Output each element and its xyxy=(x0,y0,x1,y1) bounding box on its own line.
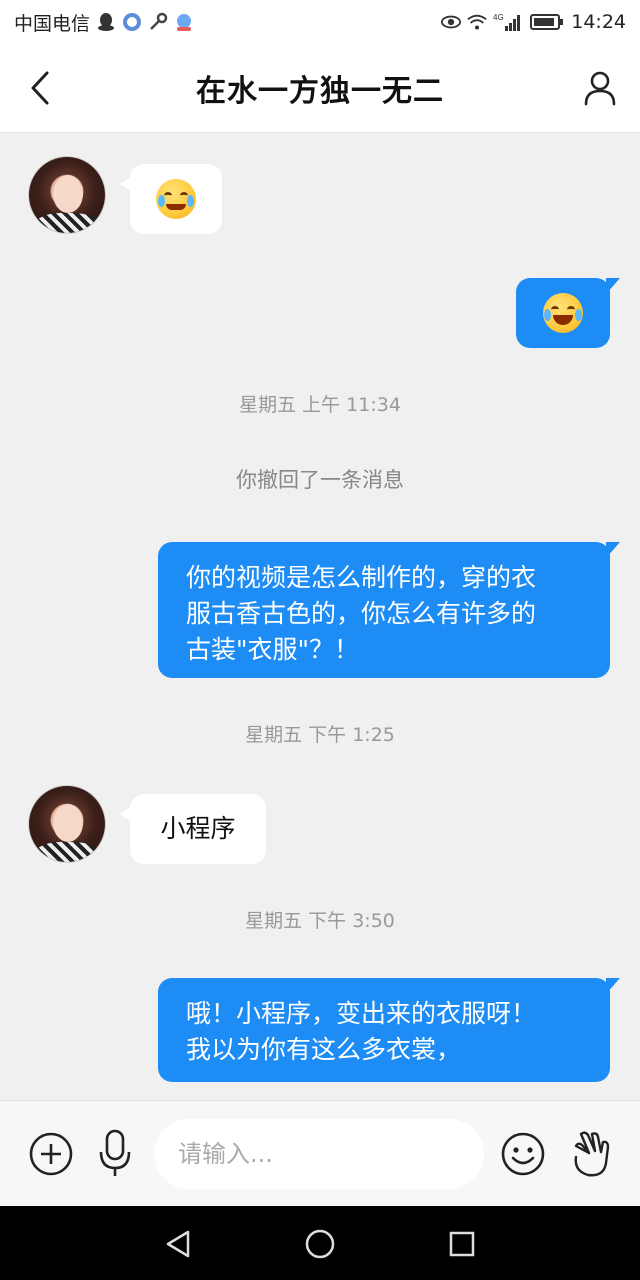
battery-icon xyxy=(529,12,565,32)
avatar-face xyxy=(53,175,83,213)
baby-app-icon xyxy=(122,12,142,32)
message-line: 古装"衣服"？！ xyxy=(186,635,359,664)
avatar-face xyxy=(53,804,83,842)
message-line: 哦！小程序，变出来的衣服呀！ xyxy=(186,999,537,1028)
network-type-label: 4G xyxy=(493,13,504,22)
status-bar-left: 中国电信 xyxy=(14,9,194,36)
carrier-name: 中国电信 xyxy=(14,12,91,35)
back-button[interactable] xyxy=(20,66,60,110)
wifi-icon xyxy=(467,12,487,32)
microphone-icon xyxy=(99,1129,131,1176)
plus-circle-icon xyxy=(29,1132,73,1176)
status-bar: 中国电信 4G 14:24 xyxy=(0,0,640,44)
clock-time: 14:24 xyxy=(571,11,626,33)
back-triangle-icon xyxy=(166,1230,190,1258)
message-text: 小程序 xyxy=(160,814,236,843)
avatar-collar xyxy=(35,842,99,862)
crying-face-emoji xyxy=(156,179,196,219)
gesture-icon xyxy=(574,1131,610,1177)
home-circle-icon xyxy=(305,1229,335,1259)
message-bubble-outgoing[interactable]: 你的视频是怎么制作的，穿的衣 服古香古色的，你怎么有许多的 古装"衣服"？！ xyxy=(158,542,620,678)
voice-button[interactable] xyxy=(96,1127,134,1179)
message-timestamp: 星期五 上午 11:34 xyxy=(239,394,401,416)
message-timestamp: 星期五 下午 3:50 xyxy=(245,910,395,932)
chat-title: 在水一方独一无二 xyxy=(196,74,444,109)
signal-icon: 4G xyxy=(493,12,523,32)
qq-icon xyxy=(96,12,116,32)
recents-square-icon xyxy=(449,1231,475,1257)
message-bubble-incoming[interactable]: 小程序 xyxy=(120,794,266,864)
message-input[interactable] xyxy=(154,1119,484,1189)
emoji-button[interactable] xyxy=(500,1131,546,1177)
chat-area[interactable]: 星期五 上午 11:34 你撤回了一条消息 你的视频是怎么制作的，穿的衣 服古香… xyxy=(0,132,640,1100)
profile-button[interactable] xyxy=(580,66,620,110)
status-bar-right: 4G 14:24 xyxy=(441,11,626,33)
message-line: 你的视频是怎么制作的，穿的衣 xyxy=(186,563,537,592)
avatar-collar xyxy=(35,213,99,233)
gesture-button[interactable] xyxy=(568,1127,614,1179)
mascot-app-icon xyxy=(174,12,194,32)
person-icon xyxy=(584,71,616,106)
message-line: 服古香古色的，你怎么有许多的 xyxy=(186,599,537,628)
input-bar xyxy=(0,1100,640,1207)
attach-button[interactable] xyxy=(28,1131,74,1177)
contact-avatar[interactable] xyxy=(29,786,105,862)
message-bubble-outgoing[interactable]: 哦！小程序，变出来的衣服呀！ 我以为你有这么多衣裳， xyxy=(158,978,620,1082)
nav-recents-button[interactable] xyxy=(442,1224,482,1264)
message-line: 我以为你有这么多衣裳， xyxy=(186,1035,462,1064)
tears-of-joy-emoji xyxy=(543,293,583,333)
emoji-icon xyxy=(501,1132,545,1176)
eye-care-icon xyxy=(441,12,462,32)
contact-avatar[interactable] xyxy=(29,157,105,233)
message-timestamp: 星期五 下午 1:25 xyxy=(245,724,395,746)
key-icon xyxy=(148,12,168,32)
system-nav-bar xyxy=(0,1206,640,1280)
nav-back-button[interactable] xyxy=(158,1224,198,1264)
recalled-message-note: 你撤回了一条消息 xyxy=(236,468,404,492)
chevron-left-icon xyxy=(31,71,49,105)
chat-header: 在水一方独一无二 xyxy=(0,44,640,133)
nav-home-button[interactable] xyxy=(300,1224,340,1264)
message-bubble-incoming[interactable] xyxy=(120,164,222,234)
message-bubble-outgoing[interactable] xyxy=(516,278,620,348)
